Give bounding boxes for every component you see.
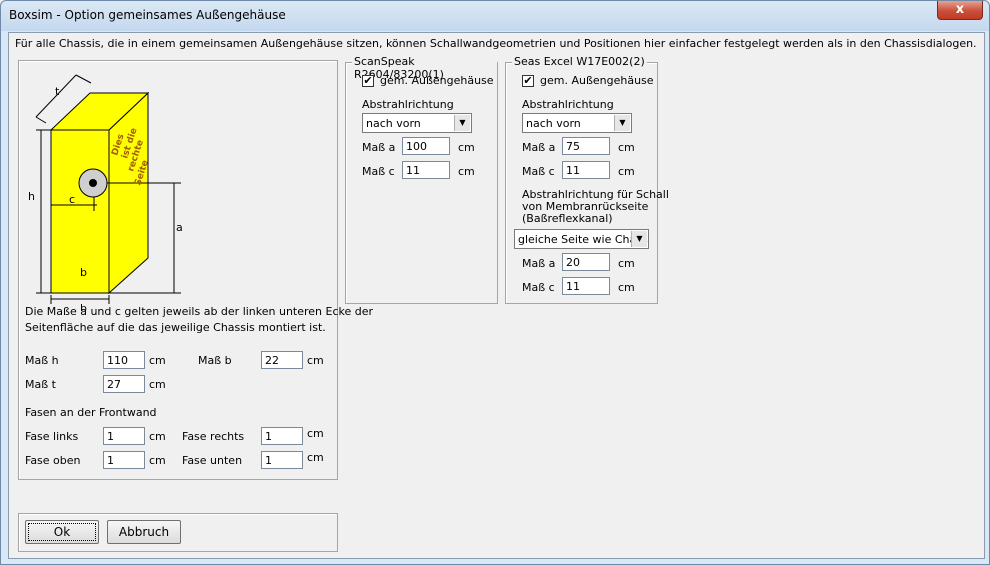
label-b: b (80, 266, 87, 279)
chassis-group-2: Seas Excel W17E002(2) ✔ gem. Außengehäus… (505, 55, 669, 304)
chassis-2-title: Seas Excel W17E002(2) (512, 55, 647, 68)
chassis-2-a-label: Maß a (522, 141, 556, 154)
chassis-group-1: ScanSpeak R2604/83200(1) ✔ gem. Außengeh… (345, 55, 498, 304)
chassis-1-abstrahl-select[interactable]: nach vorn ▼ (362, 113, 472, 133)
chassis-2-a2-label: Maß a (522, 257, 556, 270)
chassis-2-c2-unit: cm (618, 281, 635, 294)
chassis-1-a-input[interactable] (402, 137, 450, 155)
title-bar: Boxsim - Option gemeinsames Außengehäuse… (1, 1, 989, 31)
chassis-2-a-input[interactable] (562, 137, 610, 155)
chassis-2-a2-input[interactable] (562, 253, 610, 271)
chassis-1-checkbox[interactable]: ✔ (362, 75, 374, 87)
window-title: Boxsim - Option gemeinsames Außengehäuse (9, 8, 286, 22)
note-line-1: Die Maße a und c gelten jeweils ab der l… (25, 305, 374, 318)
chassis-2-c2-label: Maß c (522, 281, 555, 294)
fasen-heading: Fasen an der Frontwand (25, 406, 157, 419)
label-t: t (55, 85, 60, 98)
fase-rechts-label: Fase rechts (182, 430, 245, 443)
chassis-2-a-unit: cm (618, 141, 635, 154)
chassis-2-checkbox-label: gem. Außengehäuse (540, 74, 654, 87)
chassis-1-abstrahl-value: nach vorn (366, 117, 421, 130)
fase-oben-unit: cm (149, 454, 166, 467)
chassis-1-a-unit: cm (458, 141, 475, 154)
chassis-2-c-unit: cm (618, 165, 635, 178)
fase-unten-label: Fase unten (182, 454, 243, 467)
fase-oben-input[interactable] (103, 451, 145, 469)
chassis-2-a2-unit: cm (618, 257, 635, 270)
fase-links-input[interactable] (103, 427, 145, 445)
fase-rechts-input[interactable] (261, 427, 303, 445)
chassis-1-c-label: Maß c (362, 165, 395, 178)
button-group: Ok Abbruch (18, 513, 338, 552)
mass-b-unit: cm (307, 354, 324, 367)
chassis-2-rear-value: gleiche Seite wie Chass (518, 233, 648, 246)
fase-oben-label: Fase oben (25, 454, 81, 467)
chevron-down-icon[interactable]: ▼ (454, 115, 470, 131)
mass-t-label: Maß t (25, 378, 56, 391)
chassis-2-c-input[interactable] (562, 161, 610, 179)
dialog-body: Für alle Chassis, die in einem gemeinsam… (8, 32, 985, 559)
chassis-2-c2-input[interactable] (562, 277, 610, 295)
fase-rechts-unit: cm (307, 427, 324, 440)
chassis-1-a-label: Maß a (362, 141, 396, 154)
mass-h-unit: cm (149, 354, 166, 367)
mass-t-input[interactable] (103, 375, 145, 393)
chassis-1-c-input[interactable] (402, 161, 450, 179)
label-a: a (176, 221, 183, 234)
fase-unten-input[interactable] (261, 451, 303, 469)
chassis-2-abstrahl-label: Abstrahlrichtung (522, 98, 614, 111)
chassis-2-rear-select[interactable]: gleiche Seite wie Chass ▼ (514, 229, 649, 249)
label-c: c (69, 193, 75, 206)
cancel-button[interactable]: Abbruch (107, 520, 181, 544)
fase-links-label: Fase links (25, 430, 79, 443)
mass-b-input[interactable] (261, 351, 303, 369)
fase-unten-unit: cm (307, 451, 324, 464)
label-h: h (28, 190, 35, 203)
chassis-2-c-label: Maß c (522, 165, 555, 178)
mass-b-label: Maß b (198, 354, 232, 367)
fase-links-unit: cm (149, 430, 166, 443)
mass-h-input[interactable] (103, 351, 145, 369)
note-line-2: Seitenfläche auf die das jeweilige Chass… (25, 321, 326, 334)
chassis-1-abstrahl-label: Abstrahlrichtung (362, 98, 454, 111)
chevron-down-icon[interactable]: ▼ (614, 115, 630, 131)
cabinet-diagram: t h c a b b Dies ist die rechte Seite (28, 74, 183, 311)
mass-t-unit: cm (149, 378, 166, 391)
chassis-1-checkbox-label: gem. Außengehäuse (380, 74, 494, 87)
ok-button[interactable]: Ok (25, 520, 99, 544)
dialog-window: Boxsim - Option gemeinsames Außengehäuse… (0, 0, 990, 565)
cabinet-group: t h c a b b Dies ist die rechte Seite Di… (18, 60, 373, 480)
intro-text: Für alle Chassis, die in einem gemeinsam… (15, 37, 977, 50)
chassis-2-rear-label: Abstrahlrichtung für Schall von Membranr… (522, 189, 669, 225)
chassis-1-c-unit: cm (458, 165, 475, 178)
chassis-2-checkbox[interactable]: ✔ (522, 75, 534, 87)
rear-label-line-3: (Baßreflexkanal) (522, 212, 613, 225)
mass-h-label: Maß h (25, 354, 59, 367)
close-button[interactable]: x (937, 1, 983, 20)
chassis-2-abstrahl-select[interactable]: nach vorn ▼ (522, 113, 632, 133)
chevron-down-icon[interactable]: ▼ (631, 231, 647, 247)
chassis-2-abstrahl-value: nach vorn (526, 117, 581, 130)
